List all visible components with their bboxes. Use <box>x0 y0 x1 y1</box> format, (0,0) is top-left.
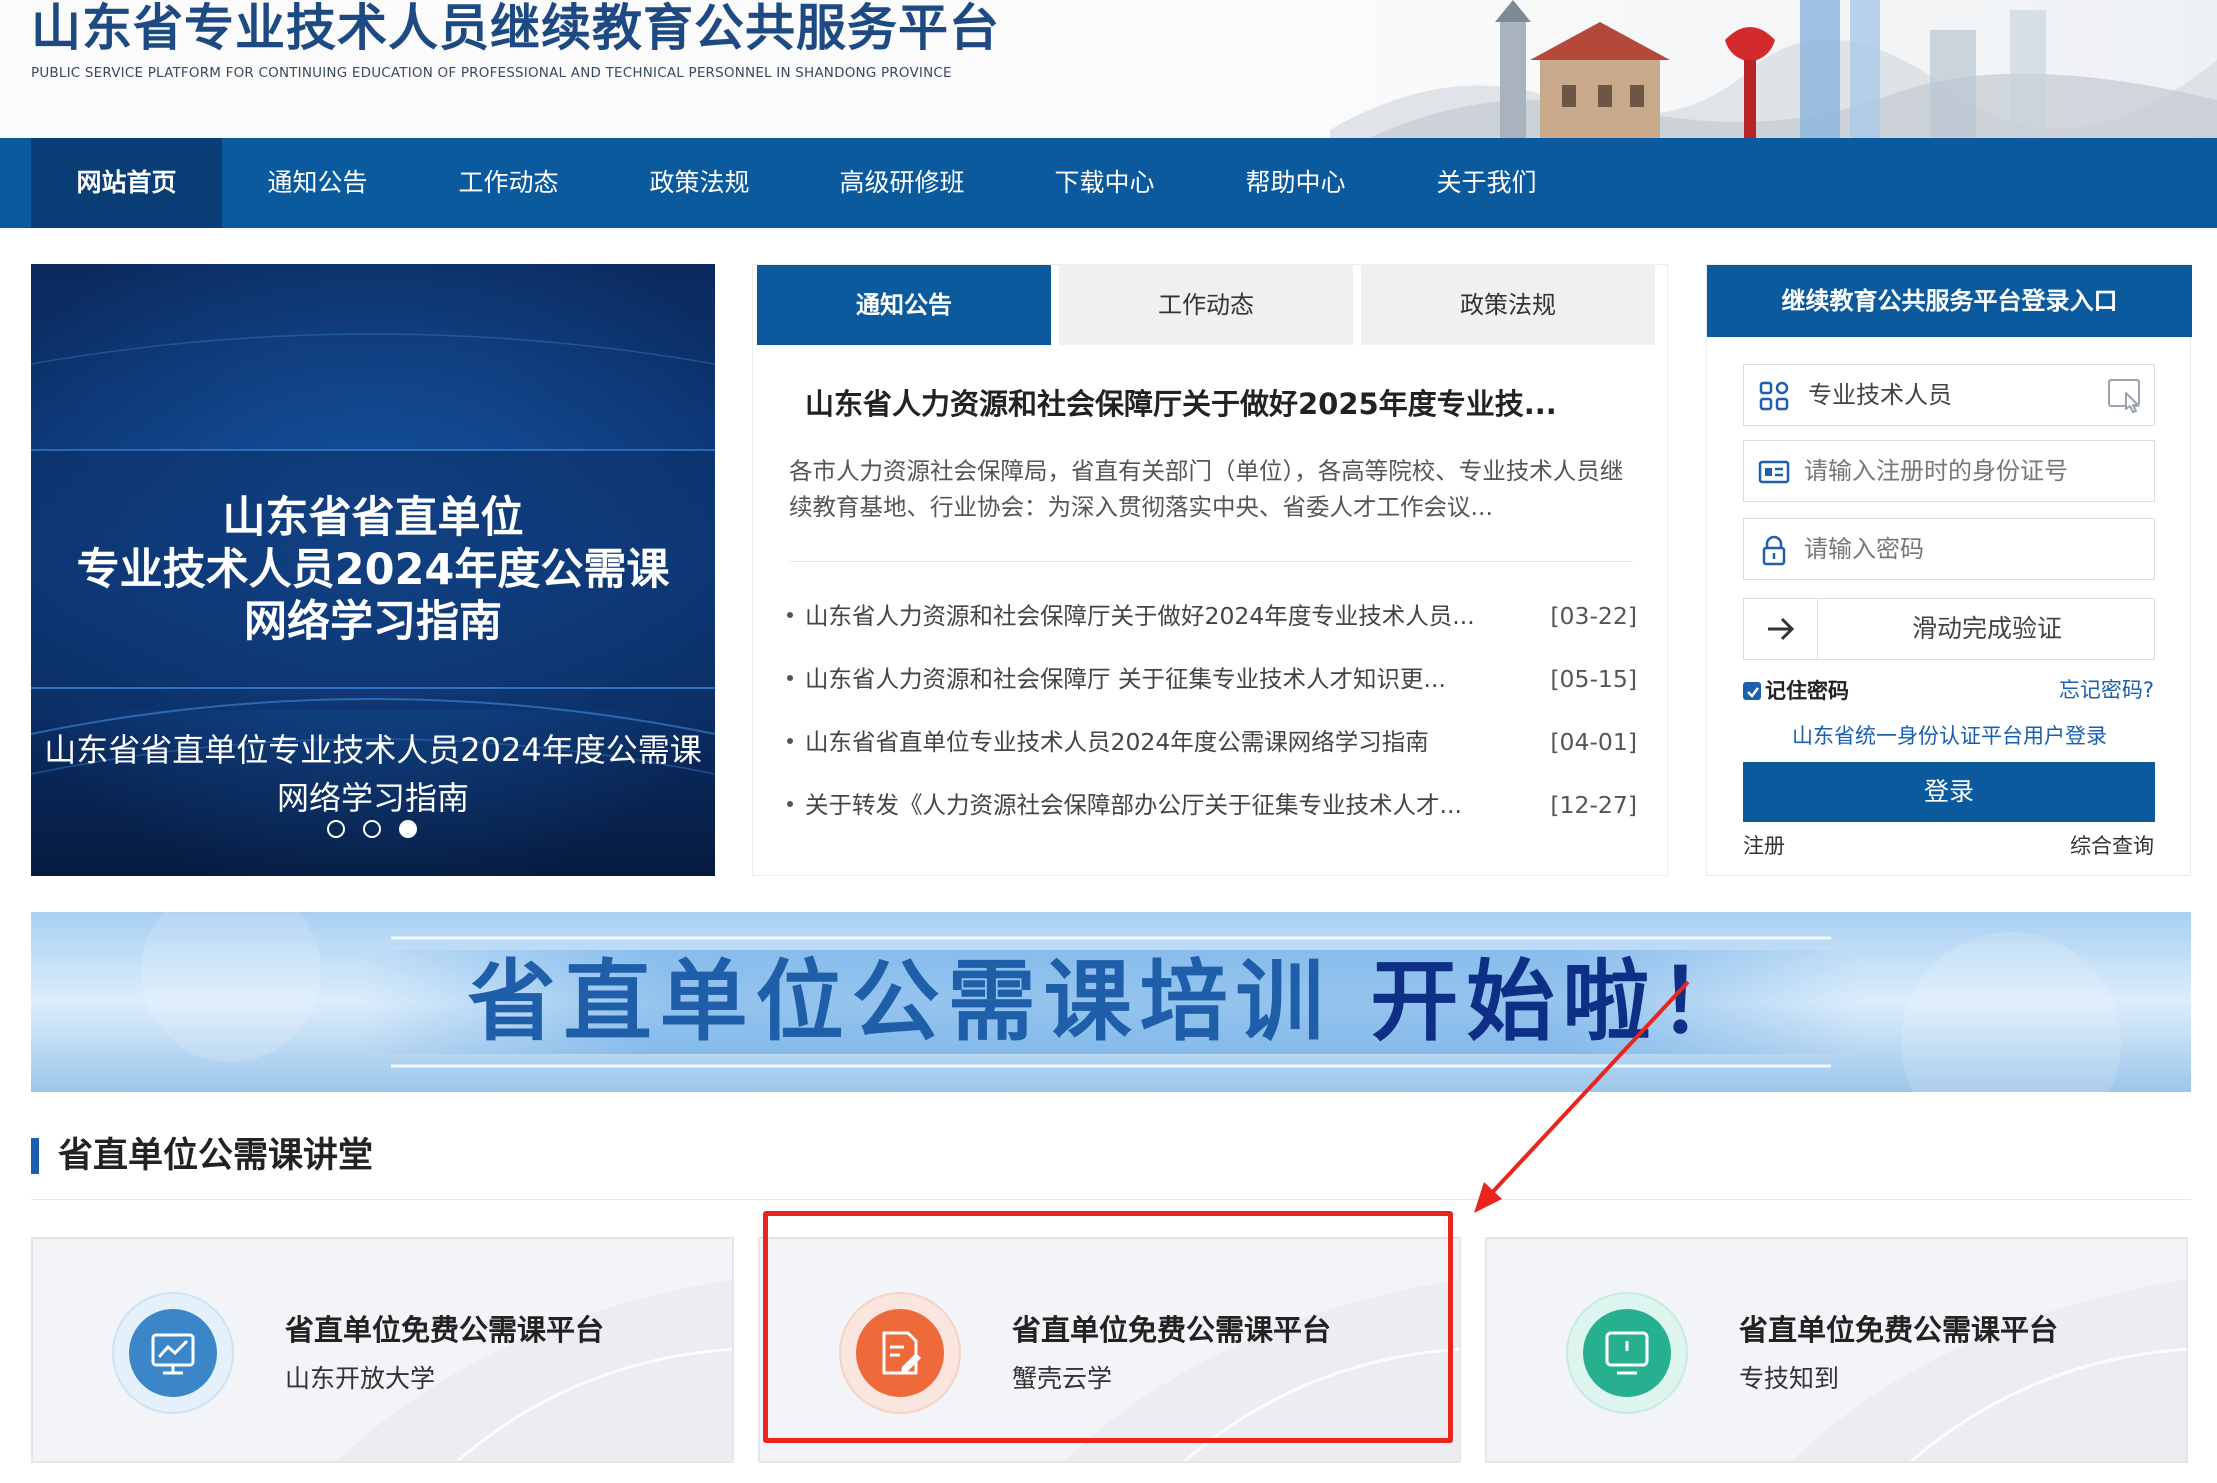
carousel-headline: 山东省省直单位 专业技术人员2024年度公需课 网络学习指南 <box>76 493 670 647</box>
monitor-icon <box>1566 1292 1688 1414</box>
banner-headline: 省直单位公需课培训 开始啦！ <box>31 912 2191 1092</box>
carousel-dot-1[interactable] <box>327 820 345 838</box>
news-list-item[interactable]: 山东省人力资源和社会保障厅关于做好2024年度专业技术人员... [03-22] <box>787 596 1637 636</box>
banner-main-text: 省直单位公需课培训 <box>467 950 1332 1053</box>
news-item-title: 山东省省直单位专业技术人员2024年度公需课网络学习指南 <box>805 728 1429 756</box>
nav-item-about[interactable]: 关于我们 <box>1391 138 1582 228</box>
slider-handle[interactable] <box>1744 599 1818 659</box>
password-input[interactable] <box>1804 525 2144 573</box>
chart-icon <box>112 1292 234 1414</box>
carousel-dots <box>327 820 427 840</box>
id-number-input[interactable] <box>1804 447 2144 495</box>
news-item-date: [04-01] <box>1550 728 1637 756</box>
slide-captcha[interactable]: 滑动完成验证 <box>1743 598 2155 660</box>
tab-policies[interactable]: 政策法规 <box>1361 265 1655 345</box>
card-title: 省直单位免费公需课平台 <box>1012 1313 1332 1347</box>
carousel-dot-2[interactable] <box>363 820 381 838</box>
card-provider: 蟹壳云学 <box>1012 1364 1113 1393</box>
qr-login-toggle-icon[interactable] <box>2106 377 2144 415</box>
platform-card-zhuanji-zhidao[interactable]: 省直单位免费公需课平台 专技知到 <box>1485 1237 2188 1463</box>
comprehensive-query-link[interactable]: 综合查询 <box>2070 832 2154 860</box>
card-title: 省直单位免费公需课平台 <box>285 1313 605 1347</box>
news-item-date: [03-22] <box>1550 602 1637 630</box>
nav-item-help[interactable]: 帮助中心 <box>1200 138 1391 228</box>
news-list-item[interactable]: 山东省人力资源和社会保障厅 关于征集专业技术人才知识更... [05-15] <box>787 659 1637 699</box>
login-panel-title: 继续教育公共服务平台登录入口 <box>1707 265 2192 337</box>
header-landmark-illustration <box>1330 0 2217 138</box>
nav-item-seminars[interactable]: 高级研修班 <box>795 138 1009 228</box>
news-panel: 通知公告 工作动态 政策法规 山东省人力资源和社会保障厅关于做好2025年度专业… <box>752 264 1668 876</box>
carousel-caption[interactable]: 山东省省直单位专业技术人员2024年度公需课 网络学习指南 <box>31 726 715 822</box>
news-list-item[interactable]: 关于转发《人力资源社会保障部办公厅关于征集专业技术人才... [12-27] <box>787 785 1637 825</box>
bullet-icon <box>787 801 793 807</box>
arrow-right-icon <box>1768 617 1795 641</box>
checkbox-checked-icon <box>1743 682 1761 700</box>
remember-password-label: 记住密码 <box>1765 679 1849 703</box>
user-role-label: 专业技术人员 <box>1808 381 1952 409</box>
news-list-item[interactable]: 山东省省直单位专业技术人员2024年度公需课网络学习指南 [04-01] <box>787 722 1637 762</box>
banner-accent-text: 开始啦！ <box>1370 950 1755 1053</box>
news-item-title: 山东省人力资源和社会保障厅关于做好2024年度专业技术人员... <box>805 602 1475 630</box>
lock-icon <box>1762 535 1786 566</box>
register-link[interactable]: 注册 <box>1743 832 1785 860</box>
slider-label: 滑动完成验证 <box>1911 614 2062 643</box>
section-accent-bar <box>31 1138 39 1174</box>
login-button[interactable]: 登录 <box>1743 762 2155 822</box>
promo-banner[interactable]: 省直单位公需课培训 开始啦！ <box>31 912 2191 1092</box>
news-item-title: 关于转发《人力资源社会保障部办公厅关于征集专业技术人才... <box>805 791 1462 819</box>
featured-news-summary: 各市人力资源社会保障局，省直有关部门（单位），各高等院校、专业技术人员继续教育基… <box>789 457 1624 521</box>
carousel-dot-3[interactable] <box>399 820 417 838</box>
platform-card-xiekeyunxue[interactable]: 省直单位免费公需课平台 蟹壳云学 <box>758 1237 1461 1463</box>
section-title: 省直单位公需课讲堂 <box>58 1136 374 1176</box>
news-item-date: [05-15] <box>1550 665 1637 693</box>
id-number-field[interactable] <box>1743 440 2155 502</box>
password-field[interactable] <box>1743 518 2155 580</box>
site-header: 山东省专业技术人员继续教育公共服务平台 PUBLIC SERVICE PLATF… <box>0 0 2217 138</box>
edit-document-icon <box>839 1292 961 1414</box>
nav-item-work-news[interactable]: 工作动态 <box>413 138 604 228</box>
grid-icon <box>1759 381 1789 411</box>
user-role-selector[interactable]: 专业技术人员 <box>1743 364 2155 426</box>
news-divider <box>789 561 1633 562</box>
card-provider: 专技知到 <box>1739 1364 1840 1393</box>
tab-work-news[interactable]: 工作动态 <box>1059 265 1353 345</box>
card-provider: 山东开放大学 <box>285 1364 436 1393</box>
bullet-icon <box>787 675 793 681</box>
main-nav: 网站首页 通知公告 工作动态 政策法规 高级研修班 下载中心 帮助中心 关于我们 <box>0 138 2217 228</box>
bullet-icon <box>787 738 793 744</box>
id-card-icon <box>1758 460 1790 484</box>
news-item-title: 山东省人力资源和社会保障厅 关于征集专业技术人才知识更... <box>805 665 1446 693</box>
nav-item-policies[interactable]: 政策法规 <box>604 138 795 228</box>
tab-notices[interactable]: 通知公告 <box>757 265 1051 345</box>
bullet-icon <box>787 612 793 618</box>
site-subtitle: PUBLIC SERVICE PLATFORM FOR CONTINUING E… <box>31 65 952 81</box>
section-divider <box>31 1199 2191 1200</box>
unified-identity-login-link[interactable]: 山东省统一身份认证平台用户登录 <box>1707 721 2192 751</box>
card-title: 省直单位免费公需课平台 <box>1739 1313 2059 1347</box>
nav-item-notices[interactable]: 通知公告 <box>222 138 413 228</box>
login-panel: 继续教育公共服务平台登录入口 专业技术人员 请输入注册时的身份证号 滑动完成验证… <box>1706 264 2192 876</box>
site-title: 山东省专业技术人员继续教育公共服务平台 <box>31 0 1000 57</box>
forgot-password-link[interactable]: 忘记密码? <box>2059 676 2154 704</box>
news-carousel[interactable]: 山东省省直单位 专业技术人员2024年度公需课 网络学习指南 山东省省直单位专业… <box>31 264 715 876</box>
platform-card-open-university[interactable]: 省直单位免费公需课平台 山东开放大学 <box>31 1237 734 1463</box>
featured-news-title[interactable]: 山东省人力资源和社会保障厅关于做好2025年度专业技... <box>805 381 1625 423</box>
nav-item-downloads[interactable]: 下载中心 <box>1009 138 1200 228</box>
news-item-date: [12-27] <box>1550 791 1637 819</box>
nav-item-home[interactable]: 网站首页 <box>31 138 222 228</box>
